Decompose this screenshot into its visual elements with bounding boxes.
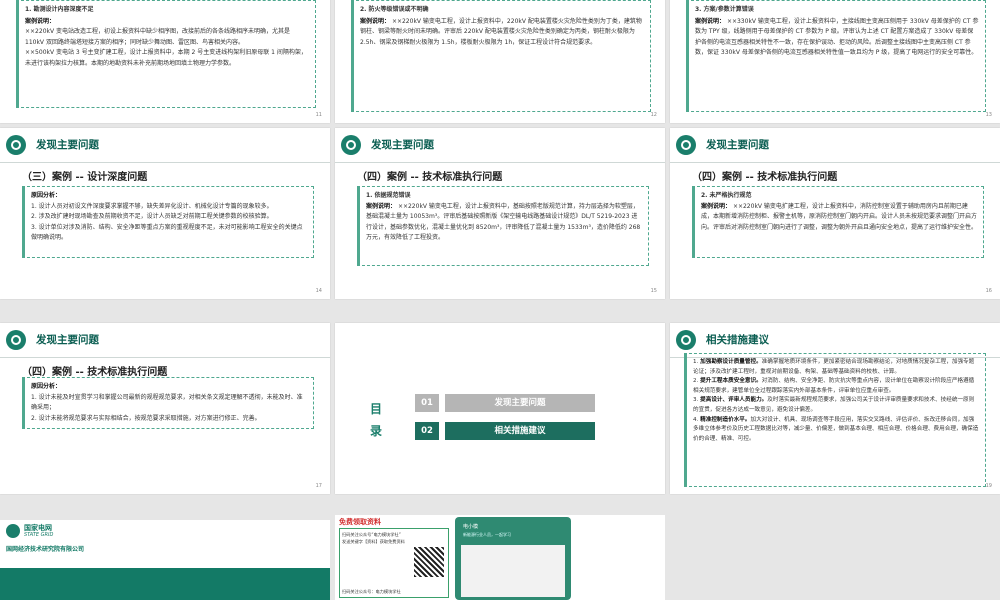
page-number: 19 xyxy=(985,483,992,489)
case-box: 3. 方案/参数计算错误 案例说明： ××330kV 输变电工程，设计上报资料中… xyxy=(686,0,986,112)
promo-slide[interactable]: 免费领取资料 扫码关注公众号“电力模块学社” 发送关键字【资料】获取免费资料 扫… xyxy=(335,515,665,600)
case-paragraph-1: ××220kV 变电站改造工程，初设上报资料中缺少相序图，改接前后的各条线路相序… xyxy=(25,28,290,46)
promo-title: 免费领取资料 xyxy=(339,518,381,526)
measure-item: 4. 精准控制造价水平。加大对设计、机具、现场调查等手段应用，落实交叉路线、评估… xyxy=(693,416,979,442)
case-box: 1. 勘测设计内容深度不足 案例说明： ××220kV 变电站改造工程，初设上报… xyxy=(16,0,316,108)
measure-head: 精准控制造价水平。 xyxy=(700,416,751,423)
analysis-item: 1. 设计人员对初设文件深度要求掌握不够，缺失差异化设计、机械化设计专篇的现象较… xyxy=(31,202,273,210)
analysis-item: 1. 设计未能及时宣贯学习和掌握公司最新的规程规范要求，对相关条文规定理解不透彻… xyxy=(31,393,303,412)
measure-head: 提高设计、评审人员能力。 xyxy=(700,397,768,404)
promo-card: 扫码关注公众号“电力模块学社” 发送关键字【资料】获取免费资料 扫码关注公众号：… xyxy=(339,528,449,598)
slide-title: （四）案例 -- 技术标准执行问题 xyxy=(692,172,838,183)
measure-head: 提升工程本质安全意识。 xyxy=(700,378,762,385)
qr-code-icon xyxy=(414,547,444,577)
slide-title: （四）案例 -- 技术标准执行问题 xyxy=(22,367,168,378)
slide-12[interactable]: 2. 防火等级错误或不明确 案例说明： ××220kV 输变电工程，设计上报资料… xyxy=(335,0,665,123)
slide-header-title: 发现主要问题 xyxy=(36,334,99,346)
analysis-item: 3. 设计单位对涉及消防、结构、安全净距等重点方案的重视程度不足，未对可能影响工… xyxy=(31,223,303,242)
promo-line-1: 扫码关注公众号“电力模块学社” xyxy=(342,532,401,537)
case-paragraph-2: ××500kV 变电站 3 号主变扩建工程，设计上报资料中，本期 2 号主变进线… xyxy=(25,49,307,67)
slide-11[interactable]: 1. 勘测设计内容深度不足 案例说明： ××220kV 变电站改造工程，初设上报… xyxy=(0,0,330,123)
analysis-item: 2. 涉及改扩建时现场勘查及前期收资不足，设计人员缺乏对前期工程关键参数的校核验… xyxy=(31,213,273,220)
slide-title: （三）案例 -- 设计深度问题 xyxy=(22,172,148,183)
page-number: 17 xyxy=(315,483,322,489)
qr-caption: 扫码关注公众号：电力模块学社 xyxy=(342,589,401,594)
state-grid-logo-icon xyxy=(676,135,696,155)
analysis-item: 2. 设计未能将规范要求与实际相结合，按规范要求采取措施，对方案进行修正、完善。 xyxy=(31,414,261,422)
toc-label: 目 录 xyxy=(370,402,383,438)
toc-item-text: 相关措施建议 xyxy=(445,422,595,440)
phone-title: 电小模 xyxy=(463,524,479,530)
slide-14[interactable]: 发现主要问题 （三）案例 -- 设计深度问题 原因分析： 1. 设计人员对初设文… xyxy=(0,128,330,299)
slide-header-title: 发现主要问题 xyxy=(706,139,769,151)
slide-header-title: 发现主要问题 xyxy=(36,139,99,151)
case-label: 案例说明： xyxy=(25,17,56,25)
slide-header-title: 发现主要问题 xyxy=(371,139,434,151)
page-number: 14 xyxy=(315,288,322,294)
slide-17[interactable]: 发现主要问题 （四）案例 -- 技术标准执行问题 原因分析： 1. 设计未能及时… xyxy=(0,323,330,494)
case-paragraph-1: ××330kV 输变电工程，设计上报资料中，主接线图主变高压侧用于 330kV … xyxy=(695,17,979,57)
case-label: 案例说明： xyxy=(366,202,397,210)
slide-16[interactable]: 发现主要问题 （四）案例 -- 技术标准执行问题 2. 未严格执行规范 案例说明… xyxy=(670,128,1000,299)
toc-item-number: 02 xyxy=(415,422,439,440)
toc-item-text: 发现主要问题 xyxy=(445,394,595,412)
phone-mockup: 电小模 新能源行业人员，一起学习 xyxy=(455,517,571,600)
brand-en: STATE GRID xyxy=(24,532,54,538)
case-box: 2. 未严格执行规范 案例说明： ××220kV 输变电扩建工程，设计上报资料中… xyxy=(692,186,984,258)
slide-header: 发现主要问题 xyxy=(0,128,330,163)
case-box: 1. 依据规范错误 案例说明： ××220kV 输变电工程，设计上报资料中，基础… xyxy=(357,186,649,266)
case-heading: 1. 依据规范错误 xyxy=(366,192,411,199)
case-label: 案例说明： xyxy=(360,17,391,25)
brand-band xyxy=(0,568,330,600)
promo-line-2: 发送关键字【资料】获取免费资料 xyxy=(342,539,405,544)
state-grid-logo-icon xyxy=(6,524,20,538)
page-number: 16 xyxy=(985,288,992,294)
case-label: 案例说明： xyxy=(695,17,726,25)
phone-content xyxy=(461,545,565,597)
toc-item-number: 01 xyxy=(415,394,439,412)
slide-18-toc[interactable]: 目 录 01 发现主要问题 02 相关措施建议 xyxy=(335,323,665,494)
measures-box: 1. 加强勘察设计质量管控。准确掌握地质环境条件，更加紧密结合现场勘察结论，对地… xyxy=(684,353,986,487)
measure-item: 3. 提高设计、评审人员能力。及时落实最新规程规范要求，加强公司关于设计评审质量… xyxy=(693,397,975,413)
page-number: 13 xyxy=(985,112,992,118)
slide-header: 发现主要问题 xyxy=(0,323,330,358)
page-number: 11 xyxy=(315,112,322,118)
case-heading: 3. 方案/参数计算错误 xyxy=(695,6,754,13)
slide-13[interactable]: 3. 方案/参数计算错误 案例说明： ××330kV 输变电工程，设计上报资料中… xyxy=(670,0,1000,123)
analysis-box: 原因分析： 1. 设计人员对初设文件深度要求掌握不够，缺失差异化设计、机械化设计… xyxy=(22,186,314,258)
slide-15[interactable]: 发现主要问题 （四）案例 -- 技术标准执行问题 1. 依据规范错误 案例说明：… xyxy=(335,128,665,299)
analysis-box: 原因分析： 1. 设计未能及时宣贯学习和掌握公司最新的规程规范要求，对相关条文规… xyxy=(22,377,314,429)
state-grid-logo-icon xyxy=(6,330,26,350)
measure-head: 加强勘察设计质量管控。 xyxy=(700,359,762,365)
state-grid-logo-icon xyxy=(341,135,361,155)
state-grid-logo-icon xyxy=(6,135,26,155)
case-box: 2. 防火等级错误或不明确 案例说明： ××220kV 输变电工程，设计上报资料… xyxy=(351,0,651,112)
case-label: 案例说明： xyxy=(701,202,732,210)
slide-19[interactable]: 相关措施建议 1. 加强勘察设计质量管控。准确掌握地质环境条件，更加紧密结合现场… xyxy=(670,323,1000,494)
analysis-label: 原因分析： xyxy=(31,192,62,199)
case-paragraph-1: ××220kV 输变电扩建工程，设计上报资料中，消防控制室设置于辅助用房内且前期… xyxy=(701,202,978,231)
case-paragraph-1: ××220kV 输变电工程，设计上报资料中，220kV 配电装置楼火灾危险性类别… xyxy=(360,17,642,46)
case-heading: 2. 防火等级错误或不明确 xyxy=(360,6,429,13)
case-heading: 1. 勘测设计内容深度不足 xyxy=(25,6,94,13)
slide-header: 发现主要问题 xyxy=(670,128,1000,163)
page-number: 15 xyxy=(650,288,657,294)
slide-20-brand[interactable]: 国家电网 STATE GRID 国网经济技术研究院有限公司 xyxy=(0,520,330,600)
state-grid-logo-icon xyxy=(676,330,696,350)
brand-institute: 国网经济技术研究院有限公司 xyxy=(6,546,85,553)
slide-header-title: 相关措施建议 xyxy=(706,334,769,346)
phone-subtitle: 新能源行业人员，一起学习 xyxy=(463,532,511,537)
measure-item: 1. 加强勘察设计质量管控。准确掌握地质环境条件，更加紧密结合现场勘察结论，对地… xyxy=(693,359,975,375)
measure-item: 2. 提升工程本质安全意识。对消防、结构、安全净距、防灾抗灾等重点内容，设计单位… xyxy=(693,378,975,394)
case-paragraph-1: ××220kV 输变电工程，设计上报资料中，基础按照老版规范计算，持力层选择为软… xyxy=(366,202,641,242)
case-heading: 2. 未严格执行规范 xyxy=(701,192,752,199)
slide-header: 发现主要问题 xyxy=(335,128,665,163)
analysis-label: 原因分析： xyxy=(31,383,62,390)
page-number: 12 xyxy=(650,112,657,118)
slide-title: （四）案例 -- 技术标准执行问题 xyxy=(357,172,503,183)
